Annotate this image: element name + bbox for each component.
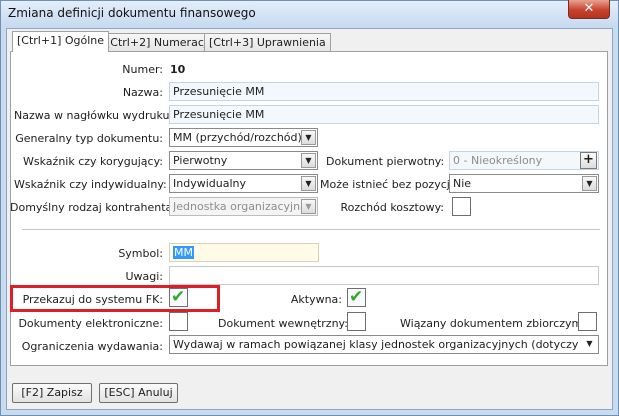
rozchod-kosztowy-checkbox[interactable] [452, 197, 471, 216]
domyslny-rodzaj-label: Domyślny rodzaj kontrahenta: [10, 201, 176, 214]
aktywna-label: Aktywna: [290, 293, 342, 306]
ograniczenia-select[interactable]: Wydawaj w ramach powiązanej klasy jednos… [169, 335, 599, 354]
close-button[interactable]: ✕ [568, 0, 610, 19]
wskaznik-korygujacy-label: Wskaźnik czy korygujący: [23, 155, 163, 168]
rozchod-kosztowy-label: Rozchód kosztowy: [340, 201, 444, 214]
nazwa-naglowek-input[interactable]: Przesunięcie MM [169, 105, 599, 124]
dokument-pierwotny-input[interactable]: 0 - Nieokreślony [449, 151, 599, 170]
dokumenty-elektroniczne-label: Dokumenty elektroniczne: [18, 317, 163, 330]
nazwa-input[interactable]: Przesunięcie MM [169, 82, 599, 101]
checkmark-icon: ✔ [171, 287, 186, 307]
save-button[interactable]: [F2] Zapisz [12, 383, 92, 403]
symbol-input[interactable]: MM [169, 243, 319, 262]
tab-uprawnienia[interactable]: [Ctrl+3] Uprawnienia [204, 33, 331, 52]
przekazuj-fk-label: Przekazuj do systemu FK: [22, 293, 163, 306]
chevron-down-icon: ▼ [301, 199, 316, 214]
window-title: Zmiana definicji dokumentu finansowego [8, 6, 256, 20]
section-divider [22, 229, 600, 230]
ograniczenia-label: Ograniczenia wydawania: [21, 340, 163, 353]
uwagi-input[interactable] [169, 266, 599, 285]
generalny-typ-label: Generalny typ dokumentu: [15, 132, 163, 145]
dokument-wewnetrzny-checkbox[interactable] [347, 312, 366, 331]
moze-istniec-value: Nie [453, 177, 472, 190]
numer-label: Numer: [122, 63, 163, 76]
tab-ogolne[interactable]: [Ctrl+1] Ogólne [12, 31, 110, 52]
numer-value: 10 [170, 63, 186, 76]
wskaznik-korygujacy-select[interactable]: Pierwotny ▼ [169, 151, 318, 170]
aktywna-checkbox[interactable]: ✔ [347, 287, 366, 307]
wskaznik-indywidualny-select[interactable]: Indywidualny ▼ [169, 174, 318, 193]
tab-numeracja[interactable]: [Ctrl+2] Numeracja [101, 33, 219, 52]
uwagi-label: Uwagi: [125, 270, 163, 283]
plus-icon[interactable]: + [580, 152, 597, 169]
wiazany-dokumentem-label: Wiązany dokumentem zbiorczym: [400, 317, 586, 330]
moze-istniec-select[interactable]: Nie ▼ [449, 174, 599, 193]
wiazany-dokumentem-checkbox[interactable] [578, 312, 597, 331]
wskaznik-indywidualny-value: Indywidualny [173, 177, 246, 190]
nazwa-label: Nazwa: [122, 86, 163, 99]
symbol-value: MM [173, 246, 194, 259]
dokumenty-elektroniczne-checkbox[interactable] [169, 312, 188, 331]
domyslny-rodzaj-select: Jednostka organizacyjna ▼ [169, 197, 318, 216]
dokument-wewnetrzny-label: Dokument wewnętrzny: [218, 317, 348, 330]
chevron-down-icon[interactable]: ▼ [301, 130, 316, 145]
cancel-button[interactable]: [ESC] Anuluj [99, 383, 178, 403]
wskaznik-korygujacy-value: Pierwotny [173, 154, 228, 167]
wskaznik-indywidualny-label: Wskaźnik czy indywidualny: [14, 178, 167, 191]
domyslny-rodzaj-value: Jednostka organizacyjna [173, 200, 307, 213]
chevron-down-icon[interactable]: ▼ [582, 176, 597, 191]
generalny-typ-select[interactable]: MM (przychód/rozchód) ▼ [169, 128, 318, 147]
moze-istniec-label: Może istnieć bez pozycji: [320, 178, 457, 191]
chevron-down-icon[interactable]: ▼ [582, 337, 597, 352]
przekazuj-fk-checkbox[interactable]: ✔ [169, 287, 188, 307]
checkmark-icon: ✔ [349, 287, 364, 307]
chevron-down-icon[interactable]: ▼ [301, 176, 316, 191]
nazwa-naglowek-label: Nazwa w nagłówku wydruku: [14, 109, 174, 122]
generalny-typ-value: MM (przychód/rozchód) [173, 131, 302, 144]
chevron-down-icon[interactable]: ▼ [301, 153, 316, 168]
dokument-pierwotny-label: Dokument pierwotny: [326, 155, 445, 168]
ograniczenia-value: Wydawaj w ramach powiązanej klasy jednos… [173, 338, 578, 351]
symbol-label: Symbol: [118, 247, 163, 260]
